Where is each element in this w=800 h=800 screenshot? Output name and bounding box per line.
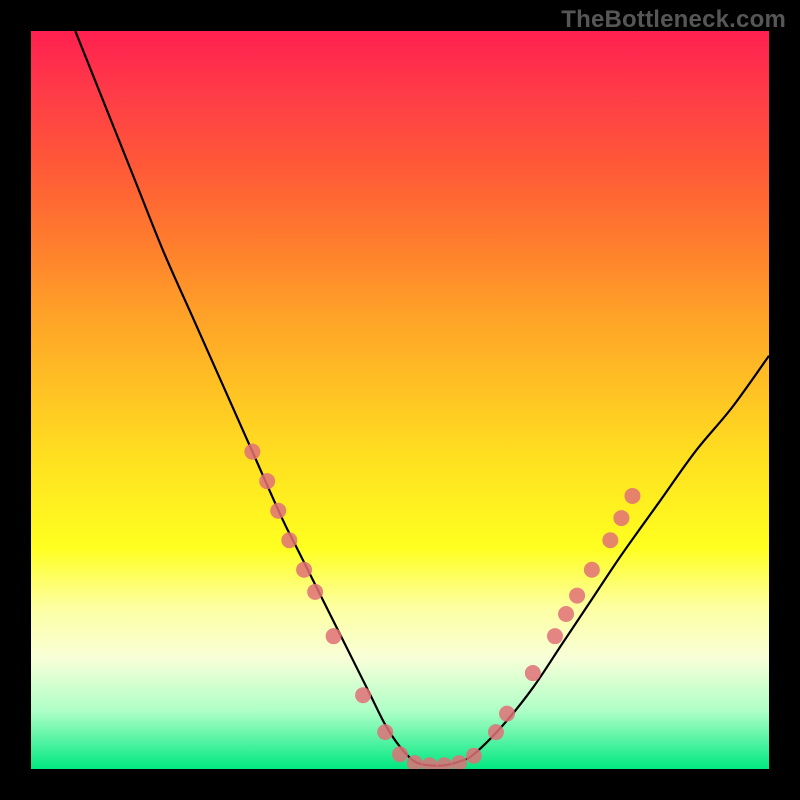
marker-point xyxy=(436,757,452,769)
marker-point xyxy=(296,562,312,578)
marker-point xyxy=(613,510,629,526)
marker-point xyxy=(270,503,286,519)
marker-point xyxy=(326,628,342,644)
marker-point xyxy=(624,488,640,504)
marker-point xyxy=(355,687,371,703)
marker-point xyxy=(488,724,504,740)
marker-point xyxy=(499,706,515,722)
marker-point xyxy=(259,473,275,489)
marker-point xyxy=(422,757,438,769)
marker-point xyxy=(307,584,323,600)
chart-svg xyxy=(31,31,769,769)
bottleneck-curve xyxy=(75,31,769,766)
plot-area xyxy=(31,31,769,769)
highlight-markers xyxy=(244,444,640,769)
marker-point xyxy=(281,532,297,548)
chart-container: TheBottleneck.com xyxy=(0,0,800,800)
marker-point xyxy=(584,562,600,578)
marker-point xyxy=(525,665,541,681)
marker-point xyxy=(244,444,260,460)
marker-point xyxy=(569,588,585,604)
watermark-text: TheBottleneck.com xyxy=(561,6,786,34)
marker-point xyxy=(392,746,408,762)
marker-point xyxy=(466,748,482,764)
marker-point xyxy=(377,724,393,740)
marker-point xyxy=(558,606,574,622)
marker-point xyxy=(602,532,618,548)
marker-point xyxy=(547,628,563,644)
marker-point xyxy=(451,755,467,769)
